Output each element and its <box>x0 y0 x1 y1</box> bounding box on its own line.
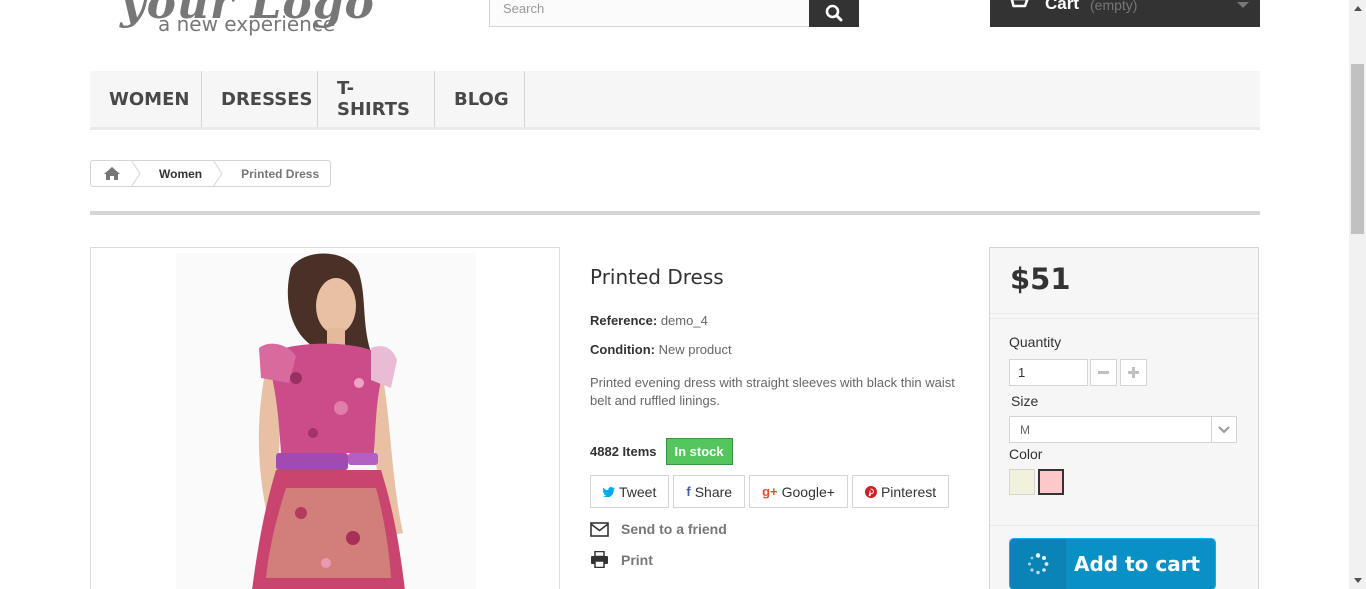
print-label: Print <box>621 551 653 568</box>
printer-icon <box>591 551 608 568</box>
caret-down-icon <box>1353 578 1362 583</box>
loading-spinner <box>1010 539 1066 589</box>
tweet-button[interactable]: Tweet <box>590 475 670 508</box>
search-box <box>489 0 810 27</box>
pinterest-label: Pinterest <box>880 483 937 500</box>
cart-label: Cart <box>1045 0 1080 13</box>
buy-box: $51 Quantity Size M Color <box>989 247 1259 589</box>
price-area: $51 <box>990 248 1258 314</box>
menu-item-blog[interactable]: BLOG <box>435 71 525 127</box>
section-divider <box>90 211 1260 215</box>
quantity-increase-button[interactable] <box>1120 359 1147 386</box>
color-swatch-beige[interactable] <box>1009 469 1035 495</box>
items-count: 4882 Items <box>590 444 657 459</box>
search-icon <box>825 4 843 21</box>
menu-item-tshirts[interactable]: T-SHIRTS <box>318 71 435 127</box>
add-to-cart-button[interactable]: Add to cart <box>1009 538 1216 589</box>
tweet-label: Tweet <box>619 483 657 500</box>
pinterest-button[interactable]: Pinterest <box>851 475 950 508</box>
breadcrumb: Women Printed Dress <box>90 160 332 187</box>
add-to-cart-label: Add to cart <box>1074 552 1201 576</box>
availability: 4882 Items In stock <box>590 438 733 465</box>
main-menu: WOMEN DRESSES T-SHIRTS BLOG <box>90 71 1260 130</box>
quantity-label: Quantity <box>1009 334 1062 350</box>
envelope-icon <box>590 521 609 537</box>
logo-tagline: a new experience <box>158 12 336 36</box>
condition-value: New product <box>658 342 732 357</box>
chevron-down-icon <box>1237 2 1249 8</box>
shopping-cart-icon <box>1010 0 1029 8</box>
size-label: Size <box>1011 393 1039 409</box>
product-photo <box>176 253 476 589</box>
caret-up-icon <box>1353 6 1362 11</box>
menu-item-women[interactable]: WOMEN <box>90 71 202 127</box>
store-logo[interactable]: your Logo a new experience <box>120 0 410 38</box>
product-condition: Condition: New product <box>590 342 732 357</box>
google-plus-label: Google+ <box>781 483 835 500</box>
scroll-up-arrow[interactable] <box>1349 0 1366 17</box>
facebook-label: Share <box>694 483 733 500</box>
color-swatch-pink[interactable] <box>1038 469 1064 495</box>
share-buttons: Tweet f Share g+ Google+ Pinterest <box>590 475 950 508</box>
product-price: $51 <box>1010 262 1071 296</box>
condition-label: Condition: <box>590 342 655 357</box>
google-plus-button[interactable]: g+ Google+ <box>749 475 848 508</box>
product-description: Printed evening dress with straight slee… <box>590 375 955 408</box>
color-label: Color <box>1009 446 1043 462</box>
chevron-down-icon <box>1218 425 1230 433</box>
size-value: M <box>1020 422 1030 437</box>
send-to-friend-label: Send to a friend <box>621 521 727 537</box>
breadcrumb-home[interactable] <box>91 161 133 186</box>
scroll-thumb[interactable] <box>1351 64 1364 234</box>
search-input[interactable] <box>490 0 810 26</box>
breadcrumb-separator <box>213 160 223 187</box>
breadcrumb-current: Printed Dress <box>241 166 320 181</box>
send-to-friend-link[interactable]: Send to a friend <box>590 521 727 537</box>
pinterest-icon <box>864 485 877 498</box>
page-scrollbar[interactable] <box>1349 0 1366 589</box>
reference-label: Reference: <box>590 313 658 328</box>
spinner-icon <box>1027 553 1048 575</box>
reference-value: demo_4 <box>660 313 708 328</box>
google-plus-icon: g+ <box>762 484 778 499</box>
plus-icon <box>1128 367 1139 378</box>
print-link[interactable]: Print <box>590 551 653 568</box>
quantity-decrease-button[interactable] <box>1090 359 1117 386</box>
product-options: Quantity Size M Color <box>990 318 1258 526</box>
stock-badge: In stock <box>665 438 733 465</box>
breadcrumb-category[interactable]: Women <box>141 167 217 181</box>
search-button[interactable] <box>809 0 859 27</box>
twitter-icon <box>603 486 615 497</box>
select-arrow <box>1211 417 1236 442</box>
menu-item-dresses[interactable]: DRESSES <box>202 71 318 127</box>
product-reference: Reference: demo_4 <box>590 313 708 328</box>
facebook-icon: f <box>686 484 691 499</box>
quantity-input[interactable] <box>1009 359 1088 386</box>
size-select[interactable]: M <box>1009 416 1237 443</box>
cart-status: (empty) <box>1090 0 1138 13</box>
scroll-down-arrow[interactable] <box>1349 572 1366 589</box>
home-icon <box>104 167 120 180</box>
minus-icon <box>1098 371 1109 374</box>
facebook-share-button[interactable]: f Share <box>673 475 746 508</box>
product-image[interactable] <box>90 247 560 589</box>
cart-dropdown[interactable]: Cart (empty) <box>990 0 1260 27</box>
product-title: Printed Dress <box>590 265 724 289</box>
